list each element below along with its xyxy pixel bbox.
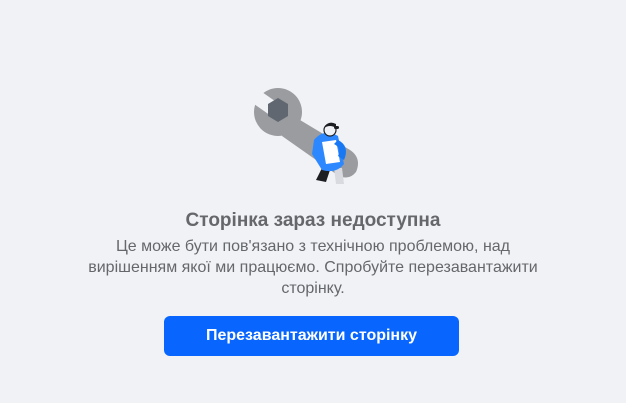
error-page: Сторінка зараз недоступна Це може бути п…: [0, 0, 626, 403]
error-title: Сторінка зараз недоступна: [185, 210, 441, 231]
error-message: Це може бути пов'язано з технічною пробл…: [88, 238, 538, 297]
reload-page-button[interactable]: Перезавантажити сторінку: [164, 316, 459, 356]
wrench-worker-illustration: [254, 88, 358, 184]
